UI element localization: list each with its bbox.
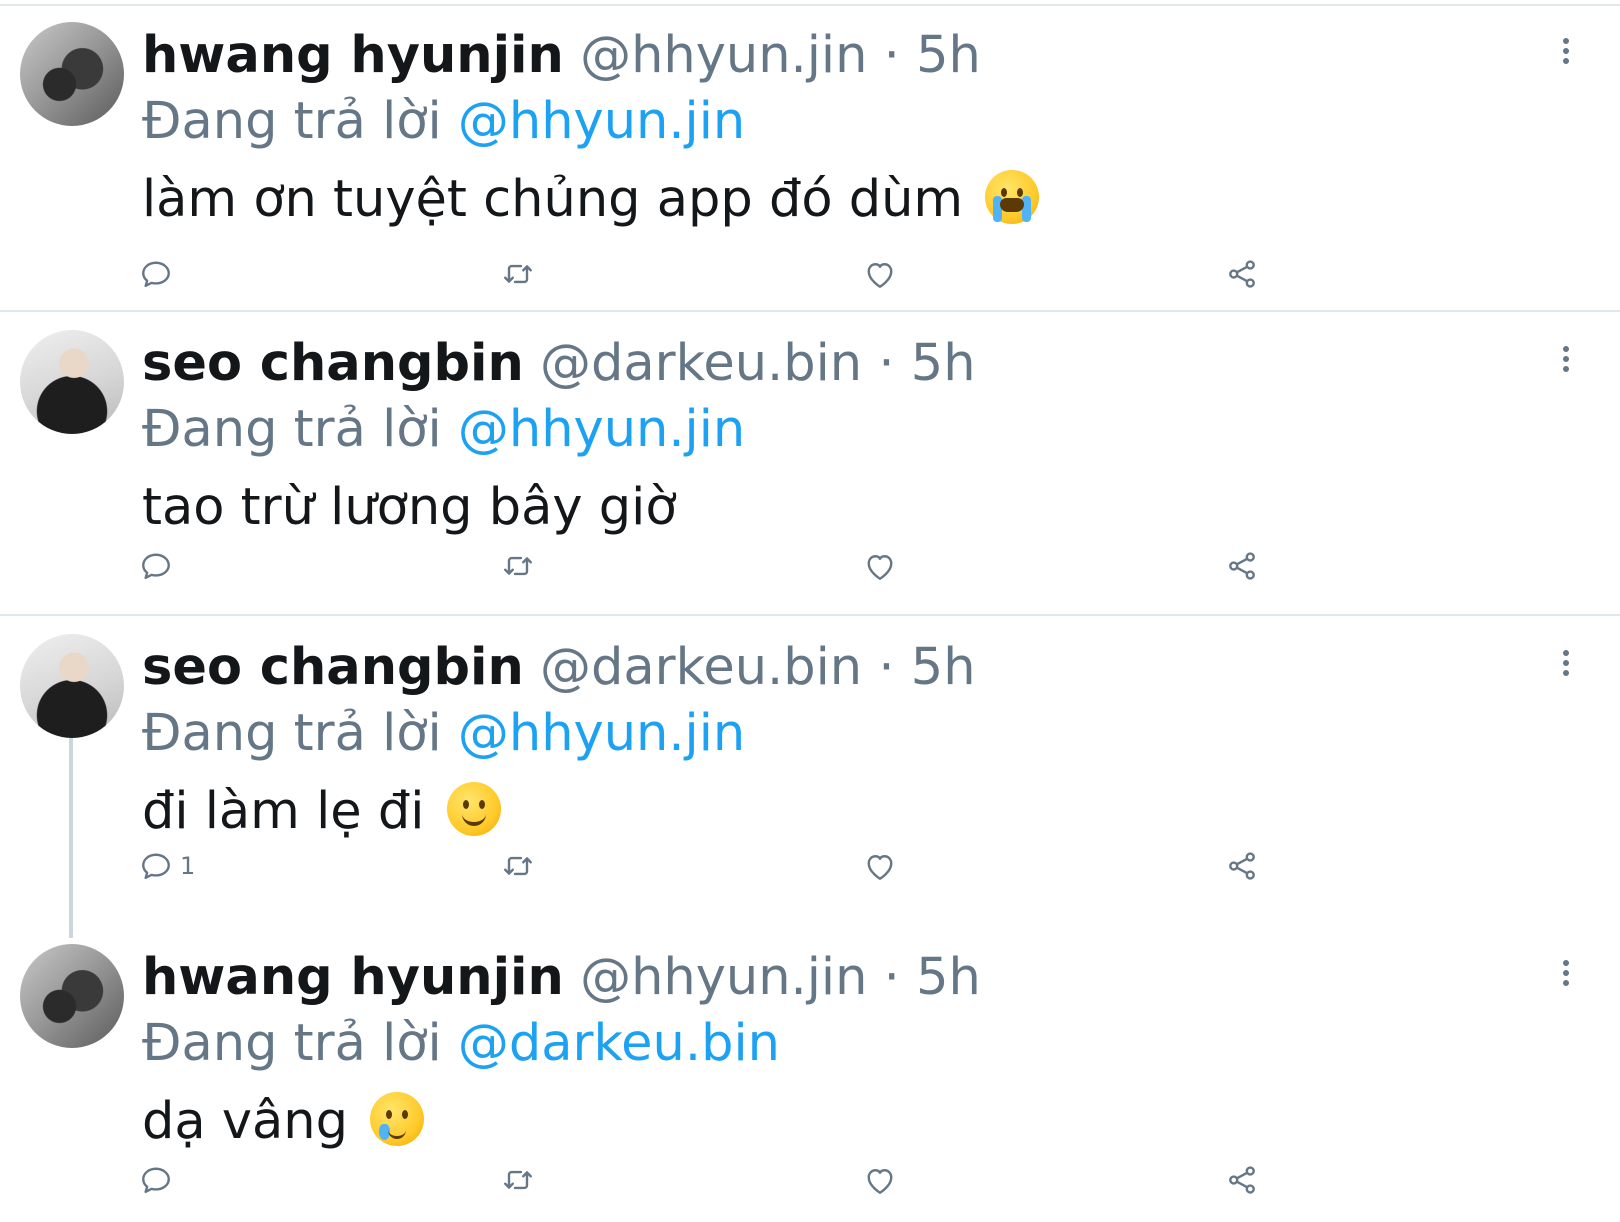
share-icon xyxy=(1229,852,1255,880)
action-bar xyxy=(0,254,1620,294)
retweet-button[interactable] xyxy=(500,1160,536,1200)
share-button[interactable] xyxy=(1224,1160,1260,1200)
heart-icon xyxy=(867,855,893,880)
tweet[interactable]: seo changbin @darkeu.bin · 5h Đang trả l… xyxy=(0,618,1620,938)
user-handle[interactable]: @darkeu.bin xyxy=(540,638,862,697)
display-name[interactable]: seo changbin xyxy=(142,638,524,697)
tweet[interactable]: seo changbin @darkeu.bin · 5h Đang trả l… xyxy=(0,314,1620,616)
share-button[interactable] xyxy=(1224,846,1260,886)
tweet-text-content: tao trừ lương bây giờ xyxy=(142,478,677,537)
timestamp[interactable]: · 5h xyxy=(878,334,975,393)
tweet-text: dạ vâng xyxy=(142,1090,425,1154)
retweet-button[interactable] xyxy=(500,254,536,294)
like-button[interactable] xyxy=(862,1160,898,1200)
tweet-text: đi làm lẹ đi xyxy=(142,780,501,844)
retweet-icon xyxy=(504,556,532,576)
replying-to-line: Đang trả lời @darkeu.bin xyxy=(142,1012,780,1076)
avatar[interactable] xyxy=(20,330,124,434)
action-bar xyxy=(0,546,1620,586)
user-handle[interactable]: @hhyun.jin xyxy=(580,26,867,85)
mention-link[interactable]: @hhyun.jin xyxy=(458,704,745,763)
loudly-crying-face-icon xyxy=(985,170,1040,224)
slightly-smiling-face-icon xyxy=(446,782,501,836)
retweet-icon xyxy=(504,1170,532,1190)
like-button[interactable] xyxy=(862,546,898,586)
action-bar: 1 xyxy=(0,846,1620,886)
reply-button[interactable] xyxy=(138,546,174,586)
tweet[interactable]: hwang hyunjin @hhyun.jin · 5h Đang trả l… xyxy=(0,6,1620,312)
tweet-header: seo changbin @darkeu.bin · 5h xyxy=(142,332,976,396)
user-handle[interactable]: @hhyun.jin xyxy=(580,948,867,1007)
avatar[interactable] xyxy=(20,944,124,1048)
replying-to-label: Đang trả lời xyxy=(142,704,442,763)
reply-button[interactable] xyxy=(138,1160,174,1200)
tweet-text-content: đi làm lẹ đi xyxy=(142,782,425,841)
reply-count: 1 xyxy=(180,852,196,880)
display-name[interactable]: seo changbin xyxy=(142,334,524,393)
like-button[interactable] xyxy=(862,846,898,886)
timestamp[interactable]: · 5h xyxy=(878,638,975,697)
tweet-text: tao trừ lương bây giờ xyxy=(142,476,677,540)
more-options-icon[interactable] xyxy=(1556,38,1576,68)
reply-button[interactable] xyxy=(138,254,174,294)
share-button[interactable] xyxy=(1224,546,1260,586)
reply-icon xyxy=(142,261,170,288)
tweet-text-content: làm ơn tuyệt chủng app đó dùm xyxy=(142,170,964,229)
timestamp[interactable]: · 5h xyxy=(884,26,981,85)
tweet-header: hwang hyunjin @hhyun.jin · 5h xyxy=(142,24,981,88)
mention-link[interactable]: @darkeu.bin xyxy=(458,1014,780,1073)
more-options-icon[interactable] xyxy=(1556,960,1576,990)
share-button[interactable] xyxy=(1224,254,1260,294)
heart-icon xyxy=(867,263,893,288)
reply-button[interactable]: 1 xyxy=(138,846,195,886)
heart-icon xyxy=(867,1169,893,1194)
action-bar xyxy=(0,1160,1620,1200)
reply-icon xyxy=(142,853,170,880)
share-icon xyxy=(1229,552,1255,580)
tweet-text-content: dạ vâng xyxy=(142,1092,348,1151)
share-icon xyxy=(1229,1166,1255,1194)
mention-link[interactable]: @hhyun.jin xyxy=(458,400,745,459)
heart-icon xyxy=(867,555,893,580)
face-holding-back-tears-icon xyxy=(370,1092,425,1146)
replying-to-line: Đang trả lời @hhyun.jin xyxy=(142,398,745,462)
reply-icon xyxy=(142,553,170,580)
tweet[interactable]: hwang hyunjin @hhyun.jin · 5h Đang trả l… xyxy=(0,928,1620,1222)
tweet-text: làm ơn tuyệt chủng app đó dùm xyxy=(142,168,1040,232)
tweet-divider xyxy=(0,310,1620,312)
tweet-divider xyxy=(0,614,1620,616)
timestamp[interactable]: · 5h xyxy=(884,948,981,1007)
replying-to-line: Đang trả lời @hhyun.jin xyxy=(142,702,745,766)
user-handle[interactable]: @darkeu.bin xyxy=(540,334,862,393)
replying-to-line: Đang trả lời @hhyun.jin xyxy=(142,90,745,154)
more-options-icon[interactable] xyxy=(1556,346,1576,376)
share-icon xyxy=(1229,260,1255,288)
retweet-button[interactable] xyxy=(500,846,536,886)
retweet-button[interactable] xyxy=(500,546,536,586)
more-options-icon[interactable] xyxy=(1556,650,1576,680)
retweet-icon xyxy=(504,264,532,284)
replying-to-label: Đang trả lời xyxy=(142,400,442,459)
retweet-icon xyxy=(504,856,532,876)
thread-connector-line xyxy=(69,738,73,938)
reply-icon xyxy=(142,1167,170,1194)
avatar[interactable] xyxy=(20,634,124,738)
display-name[interactable]: hwang hyunjin xyxy=(142,948,564,1007)
tweet-header: hwang hyunjin @hhyun.jin · 5h xyxy=(142,946,981,1010)
mention-link[interactable]: @hhyun.jin xyxy=(458,92,745,151)
like-button[interactable] xyxy=(862,254,898,294)
avatar[interactable] xyxy=(20,22,124,126)
replying-to-label: Đang trả lời xyxy=(142,1014,442,1073)
replying-to-label: Đang trả lời xyxy=(142,92,442,151)
tweet-header: seo changbin @darkeu.bin · 5h xyxy=(142,636,976,700)
display-name[interactable]: hwang hyunjin xyxy=(142,26,564,85)
